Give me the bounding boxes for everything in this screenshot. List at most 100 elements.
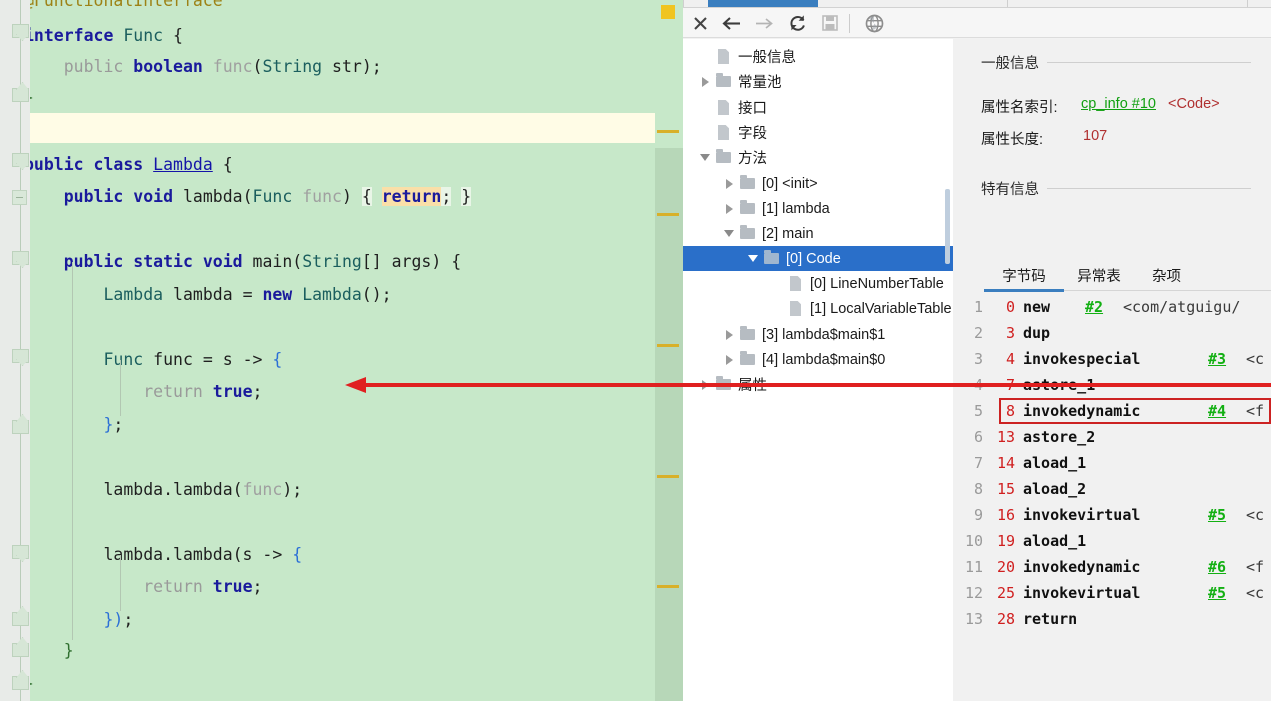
bytecode-row[interactable]: 12 25 invokevirtual #5 <c	[953, 580, 1271, 606]
editor-scrollbar-thumb[interactable]	[655, 148, 683, 701]
fold-marker-close[interactable]	[12, 420, 29, 434]
tab-misc[interactable]: 杂项	[1144, 265, 1189, 286]
chevron-right-icon[interactable]	[721, 347, 737, 372]
tree-item-code-attribute[interactable]: [0] Code	[683, 246, 953, 271]
bytecode-offset: 7	[1005, 376, 1015, 394]
tree-item-label: 字段	[738, 126, 767, 142]
bytecode-cp-ref[interactable]: #5	[1208, 502, 1226, 528]
tree-item-label: [0] <init>	[762, 175, 818, 192]
fold-marker-open[interactable]	[12, 24, 29, 38]
chevron-down-icon[interactable]	[745, 246, 761, 271]
chevron-right-icon[interactable]	[697, 69, 713, 94]
bytecode-cp-ref[interactable]: #3	[1208, 346, 1226, 372]
code-line: lambda.lambda(func);	[103, 480, 303, 499]
bytecode-line-number: 4	[973, 376, 983, 394]
marker-tick[interactable]	[657, 475, 679, 478]
toolbar-separator	[849, 14, 850, 33]
window-tabstrip[interactable]	[683, 0, 1271, 8]
folder-icon	[737, 171, 759, 196]
twisty-none	[769, 271, 785, 296]
bytecode-row[interactable]: 11 20 invokedynamic #6 <f	[953, 554, 1271, 580]
classfile-tree[interactable]: 一般信息 常量池 接口 字段 方法 [0] <init> [1] lambda …	[683, 39, 953, 701]
tree-item-method-lambda-main-1[interactable]: [3] lambda$main$1	[683, 322, 953, 347]
bytecode-list[interactable]: 1 0 new #2 <com/atguigu/ 2 3 dup 3 4 inv…	[953, 294, 1271, 701]
chevron-right-icon[interactable]	[697, 372, 713, 397]
bytecode-cp-ref[interactable]: #6	[1208, 554, 1226, 580]
fold-marker-open[interactable]	[12, 153, 29, 167]
chevron-right-icon[interactable]	[721, 171, 737, 196]
chevron-down-icon[interactable]	[697, 145, 713, 170]
tree-item-local-variable-table[interactable]: [1] LocalVariableTable	[683, 296, 953, 321]
marker-warning-square[interactable]	[661, 5, 675, 19]
code-editor[interactable]: @FunctionalInterface interface Func { pu…	[0, 0, 683, 701]
fold-marker-close[interactable]	[12, 88, 29, 102]
chevron-down-icon[interactable]	[721, 221, 737, 246]
fold-marker-close[interactable]	[12, 643, 29, 657]
bytecode-line-number: 12	[964, 584, 983, 602]
tree-item-method-lambda-main-0[interactable]: [4] lambda$main$0	[683, 347, 953, 372]
bytecode-cp-ref[interactable]: #2	[1085, 294, 1103, 320]
code-line: }	[24, 84, 679, 111]
cp-info-link[interactable]: cp_info #10	[1081, 96, 1156, 112]
editor-marker-gutter[interactable]	[655, 0, 683, 701]
code-line: });	[103, 610, 134, 629]
tree-item-method-lambda[interactable]: [1] lambda	[683, 196, 953, 221]
marker-tick[interactable]	[657, 130, 679, 133]
bytecode-row[interactable]: 4 7 astore_1	[953, 372, 1271, 398]
attribute-name-index-value-group[interactable]: cp_info #10 <Code>	[1081, 96, 1220, 112]
fold-marker-close[interactable]	[12, 612, 29, 626]
folder-icon	[737, 221, 759, 246]
marker-tick[interactable]	[657, 344, 679, 347]
reload-icon[interactable]	[784, 11, 810, 35]
chevron-right-icon[interactable]	[721, 322, 737, 347]
bytecode-offset: 14	[996, 454, 1015, 472]
tab-bytecode[interactable]: 字节码	[994, 265, 1054, 286]
bytecode-row[interactable]: 6 13 astore_2	[953, 424, 1271, 450]
tree-item-method-init[interactable]: [0] <init>	[683, 171, 953, 196]
tree-item-interfaces[interactable]: 接口	[683, 95, 953, 120]
fold-marker-plus[interactable]	[12, 190, 27, 205]
tree-item-constant-pool[interactable]: 常量池	[683, 69, 953, 94]
code-text-area[interactable]: @FunctionalInterface interface Func { pu…	[0, 0, 655, 701]
attribute-info-pane[interactable]: 一般信息 属性名索引: cp_info #10 <Code> 属性长度: 107…	[953, 39, 1271, 701]
tab-exception-table[interactable]: 异常表	[1069, 265, 1129, 286]
bytecode-opcode: invokedynamic	[1023, 558, 1141, 576]
tree-item-attributes[interactable]: 属性	[683, 372, 953, 397]
fold-marker-open[interactable]	[12, 545, 29, 559]
bytecode-row[interactable]: 2 3 dup	[953, 320, 1271, 346]
marker-tick[interactable]	[657, 213, 679, 216]
tree-item-methods[interactable]: 方法	[683, 145, 953, 170]
bytecode-cp-ref[interactable]: #5	[1208, 580, 1226, 606]
active-tab-indicator[interactable]	[708, 0, 818, 7]
general-info-heading-text: 一般信息	[981, 56, 1039, 72]
tree-item-general-info[interactable]: 一般信息	[683, 44, 953, 69]
chevron-right-icon[interactable]	[721, 196, 737, 221]
back-icon[interactable]	[718, 11, 744, 35]
classfile-viewer[interactable]: 一般信息 常量池 接口 字段 方法 [0] <init> [1] lambda …	[683, 0, 1271, 701]
tree-scrollbar-thumb[interactable]	[945, 189, 950, 264]
tree-item-fields[interactable]: 字段	[683, 120, 953, 145]
fold-gutter[interactable]	[0, 0, 30, 701]
bytecode-row[interactable]: 9 16 invokevirtual #5 <c	[953, 502, 1271, 528]
bytecode-line-number: 11	[964, 558, 983, 576]
bytecode-row[interactable]: 13 28 return	[953, 606, 1271, 632]
bytecode-row[interactable]: 8 15 aload_2	[953, 476, 1271, 502]
bytecode-row[interactable]: 1 0 new #2 <com/atguigu/	[953, 294, 1271, 320]
tree-item-label: [3] lambda$main$1	[762, 326, 886, 343]
marker-tick[interactable]	[657, 585, 679, 588]
bytecode-row[interactable]: 7 14 aload_1	[953, 450, 1271, 476]
fold-marker-close[interactable]	[12, 676, 29, 690]
bytecode-row[interactable]: 10 19 aload_1	[953, 528, 1271, 554]
fold-marker-open[interactable]	[12, 349, 29, 363]
toolbar[interactable]	[683, 8, 1271, 38]
bytecode-row[interactable]: 3 4 invokespecial #3 <c	[953, 346, 1271, 372]
doc-icon	[713, 120, 735, 145]
tree-item-line-number-table[interactable]: [0] LineNumberTable	[683, 271, 953, 296]
globe-icon[interactable]	[861, 11, 887, 35]
code-line: }	[63, 641, 74, 660]
fold-marker-open[interactable]	[12, 251, 29, 265]
tree-item-label: 方法	[738, 151, 767, 167]
forward-icon	[751, 11, 777, 35]
close-icon[interactable]	[687, 11, 713, 35]
tree-item-method-main[interactable]: [2] main	[683, 221, 953, 246]
